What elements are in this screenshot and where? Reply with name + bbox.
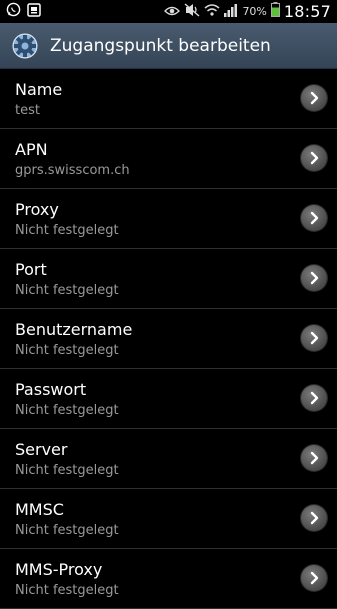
wifi-icon bbox=[204, 2, 220, 21]
chevron-right-icon[interactable] bbox=[301, 205, 327, 231]
chevron-right-icon[interactable] bbox=[301, 505, 327, 531]
list-item-name[interactable]: Name test bbox=[0, 69, 337, 129]
item-value: Nicht festgelegt bbox=[15, 403, 119, 418]
item-title: MMSC bbox=[15, 500, 64, 519]
list-item-mmsc[interactable]: MMSC Nicht festgelegt bbox=[0, 489, 337, 549]
item-value: gprs.swisscom.ch bbox=[15, 163, 130, 178]
list-item-username[interactable]: Benutzername Nicht festgelegt bbox=[0, 309, 337, 369]
signal-icon bbox=[224, 2, 238, 21]
item-value: Nicht festgelegt bbox=[15, 283, 119, 298]
chevron-right-icon[interactable] bbox=[301, 325, 327, 351]
battery-icon bbox=[270, 2, 280, 21]
list-item-mms-proxy[interactable]: MMS-Proxy Nicht festgelegt bbox=[0, 549, 337, 609]
item-value: Nicht festgelegt bbox=[15, 523, 119, 538]
item-value: test bbox=[15, 103, 40, 118]
item-title: Passwort bbox=[15, 380, 87, 399]
item-title: Server bbox=[15, 440, 68, 459]
list-item-proxy[interactable]: Proxy Nicht festgelegt bbox=[0, 189, 337, 249]
chevron-right-icon[interactable] bbox=[301, 85, 327, 111]
item-title: Benutzername bbox=[15, 320, 133, 339]
chevron-right-icon[interactable] bbox=[301, 265, 327, 291]
chevron-right-icon[interactable] bbox=[301, 565, 327, 591]
eye-icon bbox=[164, 2, 181, 21]
action-bar: Zugangspunkt bearbeiten bbox=[0, 23, 337, 69]
item-title: Name bbox=[15, 80, 63, 99]
list-item-server[interactable]: Server Nicht festgelegt bbox=[0, 429, 337, 489]
item-title: MMS-Proxy bbox=[15, 560, 103, 579]
status-bar: 70% 18:57 bbox=[0, 0, 337, 23]
apn-settings-list: Name test APN gprs.swisscom.ch Proxy Nic… bbox=[0, 69, 337, 609]
chevron-right-icon[interactable] bbox=[301, 445, 327, 471]
whatsapp-icon bbox=[6, 2, 21, 21]
clock: 18:57 bbox=[283, 2, 331, 21]
chevron-right-icon[interactable] bbox=[301, 385, 327, 411]
item-title: Proxy bbox=[15, 200, 59, 219]
mute-icon bbox=[184, 2, 200, 21]
list-item-password[interactable]: Passwort Nicht festgelegt bbox=[0, 369, 337, 429]
battery-percentage: 70% bbox=[242, 5, 267, 18]
item-title: APN bbox=[15, 140, 48, 159]
list-item-apn[interactable]: APN gprs.swisscom.ch bbox=[0, 129, 337, 189]
list-item-port[interactable]: Port Nicht festgelegt bbox=[0, 249, 337, 309]
page-title: Zugangspunkt bearbeiten bbox=[50, 36, 271, 56]
messenger-icon bbox=[27, 2, 41, 21]
item-value: Nicht festgelegt bbox=[15, 223, 119, 238]
item-value: Nicht festgelegt bbox=[15, 343, 119, 358]
item-value: Nicht festgelegt bbox=[15, 583, 119, 598]
item-value: Nicht festgelegt bbox=[15, 463, 119, 478]
item-title: Port bbox=[15, 260, 47, 279]
gear-icon[interactable] bbox=[10, 31, 40, 61]
chevron-right-icon[interactable] bbox=[301, 145, 327, 171]
